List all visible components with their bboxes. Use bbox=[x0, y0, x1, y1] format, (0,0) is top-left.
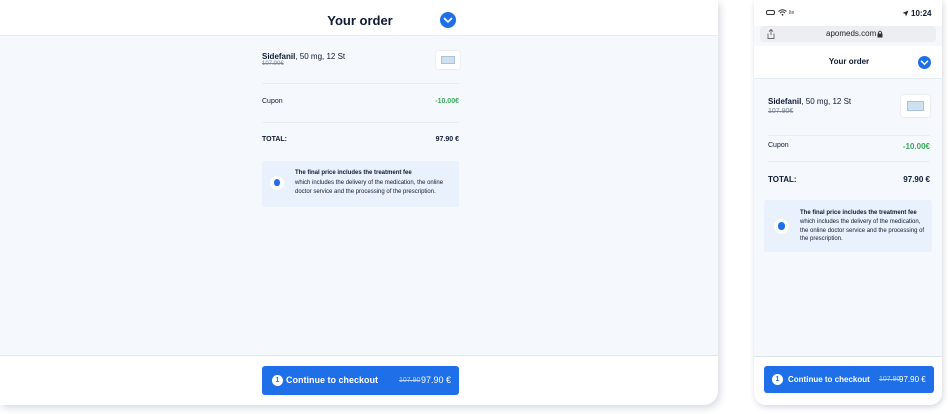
chevron-down-icon bbox=[920, 60, 929, 66]
lightbulb-icon bbox=[270, 176, 284, 190]
step-number: 1 bbox=[272, 375, 283, 386]
checkout-label: Continue to checkout bbox=[788, 375, 870, 384]
checkout-bar: 1 Continue to checkout 107.90 97.90 € bbox=[0, 355, 718, 405]
info-text: which includes the delivery of the medic… bbox=[800, 219, 925, 242]
address-bar[interactable]: apomeds.com bbox=[760, 26, 936, 42]
desktop-view: Your order Sidefanil, 50 mg, 12 St 107.9… bbox=[0, 0, 718, 405]
product-old-price: 107.90€ bbox=[262, 61, 284, 67]
info-box: The final price includes the treatment f… bbox=[764, 200, 932, 252]
order-item: Sidefanil, 50 mg, 12 St 107.90€ bbox=[262, 50, 460, 84]
checkout-label: Continue to checkout bbox=[286, 375, 378, 385]
continue-to-checkout-button[interactable]: 1 Continue to checkout 107.90 97.90 € bbox=[262, 366, 459, 395]
product-name: Sidefanil bbox=[262, 52, 296, 61]
checkout-price: 97.90 € bbox=[899, 375, 926, 384]
info-title: The final price includes the treatment f… bbox=[295, 170, 412, 176]
info-text: which includes the delivery of the medic… bbox=[295, 180, 444, 195]
coupon-label: Cupon bbox=[262, 98, 283, 105]
chevron-down-icon bbox=[443, 17, 453, 24]
coupon-row: Cupon -10.00€ bbox=[262, 84, 459, 123]
lock-icon bbox=[877, 30, 883, 38]
share-icon[interactable] bbox=[767, 29, 775, 39]
coupon-value: -10.00€ bbox=[435, 98, 459, 105]
total-label: TOTAL: bbox=[768, 175, 797, 184]
product-detail: , 50 mg, 12 St bbox=[801, 97, 852, 106]
order-item: Sidefanil, 50 mg, 12 St 107.90€ bbox=[768, 94, 930, 136]
order-header: Your order bbox=[0, 0, 718, 36]
wifi-icon bbox=[778, 9, 787, 16]
checkout-price: 97.90 € bbox=[421, 375, 452, 385]
battery-icon bbox=[766, 10, 775, 15]
coupon-value: -10.00€ bbox=[902, 142, 930, 151]
status-time: 10:24 bbox=[911, 9, 932, 18]
page-title: Your order bbox=[828, 57, 870, 66]
page-title: Your order bbox=[327, 13, 393, 28]
product-image bbox=[901, 95, 930, 117]
total-label: TOTAL: bbox=[262, 136, 288, 143]
total-row: TOTAL: 97.90 € bbox=[768, 175, 930, 187]
coupon-label: Cupon bbox=[768, 142, 789, 149]
mobile-view: lte 10:24 apomeds.com Your order Sidefan… bbox=[754, 0, 942, 405]
checkout-old-price: 107.90 bbox=[879, 376, 901, 383]
product-image bbox=[436, 51, 460, 69]
total-value: 97.90 € bbox=[435, 136, 459, 143]
url-text: apomeds.com bbox=[826, 29, 877, 38]
coupon-row: Cupon -10.00€ bbox=[768, 136, 930, 162]
continue-to-checkout-button[interactable]: 1 Continue to checkout 107.90 97.90 € bbox=[764, 366, 934, 393]
product-name: Sidefanil bbox=[768, 97, 802, 106]
info-title: The final price includes the treatment f… bbox=[800, 210, 917, 216]
product-detail: , 50 mg, 12 St bbox=[295, 52, 346, 61]
info-box: The final price includes the treatment f… bbox=[262, 161, 459, 207]
total-value: 97.90 € bbox=[903, 175, 930, 184]
status-bar: lte 10:24 bbox=[754, 0, 942, 26]
product-old-price: 107.90€ bbox=[768, 108, 794, 115]
signal-label: lte bbox=[789, 10, 795, 16]
toggle-order-button[interactable] bbox=[440, 12, 456, 28]
lightbulb-icon bbox=[774, 219, 789, 234]
checkout-old-price: 107.90 bbox=[399, 377, 421, 384]
toggle-order-button[interactable] bbox=[918, 56, 931, 69]
location-arrow-icon bbox=[902, 10, 909, 17]
order-header: Your order bbox=[754, 46, 942, 79]
step-number: 1 bbox=[772, 374, 783, 385]
checkout-bar: 1 Continue to checkout 107.90 97.90 € bbox=[754, 356, 942, 405]
total-row: TOTAL: 97.90 € bbox=[262, 136, 459, 148]
